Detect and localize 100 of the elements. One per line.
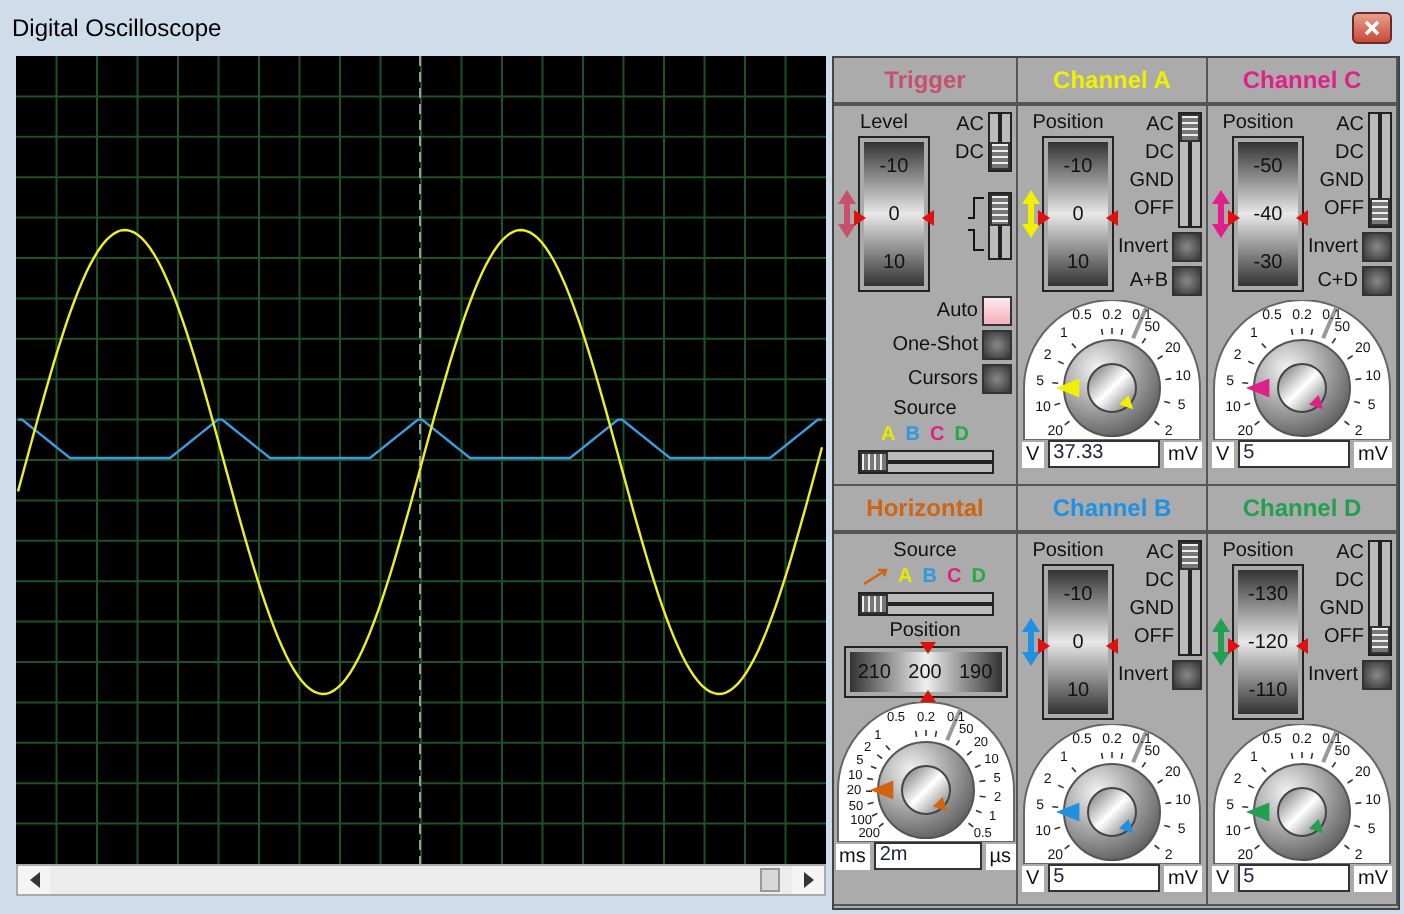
scale-label: -110 bbox=[1248, 679, 1288, 701]
panel-title: Channel C bbox=[1242, 66, 1362, 94]
toggle-button[interactable] bbox=[1172, 232, 1202, 262]
switch-position[interactable] bbox=[1180, 570, 1200, 598]
position-drum[interactable]: -10 0 10 bbox=[858, 136, 930, 292]
switch-position[interactable] bbox=[990, 194, 1010, 226]
position-drum[interactable]: -10 0 10 bbox=[1042, 136, 1114, 292]
source-label: Source bbox=[891, 398, 959, 420]
coupling-label: DC bbox=[1145, 568, 1174, 596]
knob-pointer bbox=[1056, 802, 1080, 822]
coupling-label: GND bbox=[1129, 168, 1174, 196]
switch-position[interactable] bbox=[1370, 598, 1390, 626]
switch-position[interactable] bbox=[990, 114, 1010, 142]
switch-position[interactable] bbox=[1180, 142, 1200, 170]
option-label: A+B bbox=[1129, 270, 1168, 292]
scale-label: 190 bbox=[958, 661, 993, 683]
source-label: Source bbox=[891, 540, 959, 562]
toggle-button[interactable] bbox=[1172, 660, 1202, 690]
unit-label: mV bbox=[1164, 441, 1202, 467]
rotary-knob[interactable] bbox=[1063, 339, 1161, 437]
coupling-label: AC bbox=[1336, 540, 1364, 568]
rotary-knob[interactable] bbox=[876, 741, 974, 839]
window-title: Digital Oscilloscope bbox=[12, 14, 222, 42]
switch-position[interactable] bbox=[1370, 170, 1390, 198]
double-arrow-icon bbox=[1022, 618, 1040, 666]
panel-title: Horizontal bbox=[866, 494, 984, 522]
switch-position[interactable] bbox=[1180, 198, 1200, 226]
knob-pointer bbox=[869, 780, 893, 800]
scroll-thumb[interactable] bbox=[760, 868, 780, 892]
scale-label: 0 bbox=[1072, 631, 1084, 653]
switch-position[interactable] bbox=[1180, 114, 1200, 142]
value-field[interactable]: 5 bbox=[1237, 864, 1350, 892]
switch-position[interactable] bbox=[990, 226, 1010, 258]
position-label: Position bbox=[1032, 540, 1104, 562]
scale-label: -30 bbox=[1253, 251, 1283, 273]
fine-pointer-icon bbox=[932, 797, 947, 812]
panel-title: Channel B bbox=[1052, 494, 1172, 522]
slider-thumb[interactable] bbox=[859, 594, 887, 614]
scale-label: -50 bbox=[1253, 155, 1283, 177]
toggle-button[interactable] bbox=[1172, 266, 1202, 296]
fine-pointer-icon bbox=[1309, 395, 1324, 410]
switch-position[interactable] bbox=[990, 142, 1010, 170]
toggle-button[interactable] bbox=[982, 364, 1012, 394]
source-slider[interactable] bbox=[857, 450, 993, 474]
unit-label: V bbox=[1212, 441, 1234, 467]
ramp-icon bbox=[864, 568, 889, 586]
coupling-label: AC bbox=[1146, 540, 1174, 568]
position-drum[interactable]: -130 -120 -110 bbox=[1232, 564, 1304, 720]
position-drum[interactable]: -10 0 10 bbox=[1042, 564, 1114, 720]
rotary-knob[interactable] bbox=[1253, 763, 1351, 861]
coupling-label: AC bbox=[1146, 112, 1174, 140]
toggle-button[interactable] bbox=[982, 330, 1012, 360]
toggle-button[interactable] bbox=[1362, 266, 1392, 296]
switch-position[interactable] bbox=[1370, 198, 1390, 226]
slider-thumb[interactable] bbox=[859, 452, 887, 472]
option-label: Invert bbox=[1307, 664, 1358, 686]
coupling-label: OFF bbox=[1134, 196, 1174, 224]
close-button[interactable] bbox=[1352, 12, 1392, 44]
double-arrow-icon bbox=[1212, 190, 1230, 238]
position-label: Position bbox=[1032, 112, 1104, 134]
switch-position[interactable] bbox=[1180, 542, 1200, 570]
coupling-label: AC bbox=[1336, 112, 1364, 140]
unit-label: V bbox=[1022, 865, 1044, 891]
position-label: Position bbox=[1222, 540, 1294, 562]
toggle-button[interactable] bbox=[982, 296, 1012, 326]
position-drum[interactable]: 210 200 190 bbox=[843, 646, 1007, 698]
coupling-label: DC bbox=[1145, 140, 1174, 168]
scroll-left-button[interactable] bbox=[18, 866, 50, 894]
value-field[interactable]: 5 bbox=[1237, 440, 1350, 468]
scale-label: -120 bbox=[1247, 631, 1288, 653]
switch-position[interactable] bbox=[1370, 114, 1390, 142]
switch-position[interactable] bbox=[1370, 626, 1390, 654]
value-field[interactable]: 5 bbox=[1047, 864, 1160, 892]
horizontal-scrollbar[interactable] bbox=[16, 864, 826, 896]
value-field[interactable]: 37.33 bbox=[1047, 440, 1160, 468]
scale-label: 10 bbox=[882, 251, 906, 273]
scale-label: 210 bbox=[857, 661, 891, 683]
scale-label: -10 bbox=[1063, 583, 1093, 605]
toggle-button[interactable] bbox=[1362, 232, 1392, 262]
scale-label: 0 bbox=[1072, 203, 1084, 225]
toggle-button[interactable] bbox=[1362, 660, 1392, 690]
coupling-label: OFF bbox=[1324, 624, 1364, 652]
scroll-right-button[interactable] bbox=[792, 866, 824, 894]
rotary-knob[interactable] bbox=[1253, 339, 1351, 437]
switch-position[interactable] bbox=[1370, 542, 1390, 570]
position-drum[interactable]: -50 -40 -30 bbox=[1232, 136, 1304, 292]
scale-label: 200 bbox=[908, 661, 942, 683]
option-label: Invert bbox=[1117, 664, 1168, 686]
coupling-label: AC bbox=[956, 112, 984, 140]
unit-label: mV bbox=[1354, 441, 1392, 467]
source-slider[interactable] bbox=[857, 592, 993, 616]
switch-position[interactable] bbox=[1180, 626, 1200, 654]
double-arrow-icon bbox=[1212, 618, 1230, 666]
close-icon bbox=[1364, 20, 1380, 36]
value-field[interactable]: 2m bbox=[873, 842, 982, 870]
option-label: Invert bbox=[1117, 236, 1168, 258]
rotary-knob[interactable] bbox=[1063, 763, 1161, 861]
knob-pointer bbox=[1246, 802, 1270, 822]
double-arrow-icon bbox=[1022, 190, 1040, 238]
coupling-label: OFF bbox=[1324, 196, 1364, 224]
